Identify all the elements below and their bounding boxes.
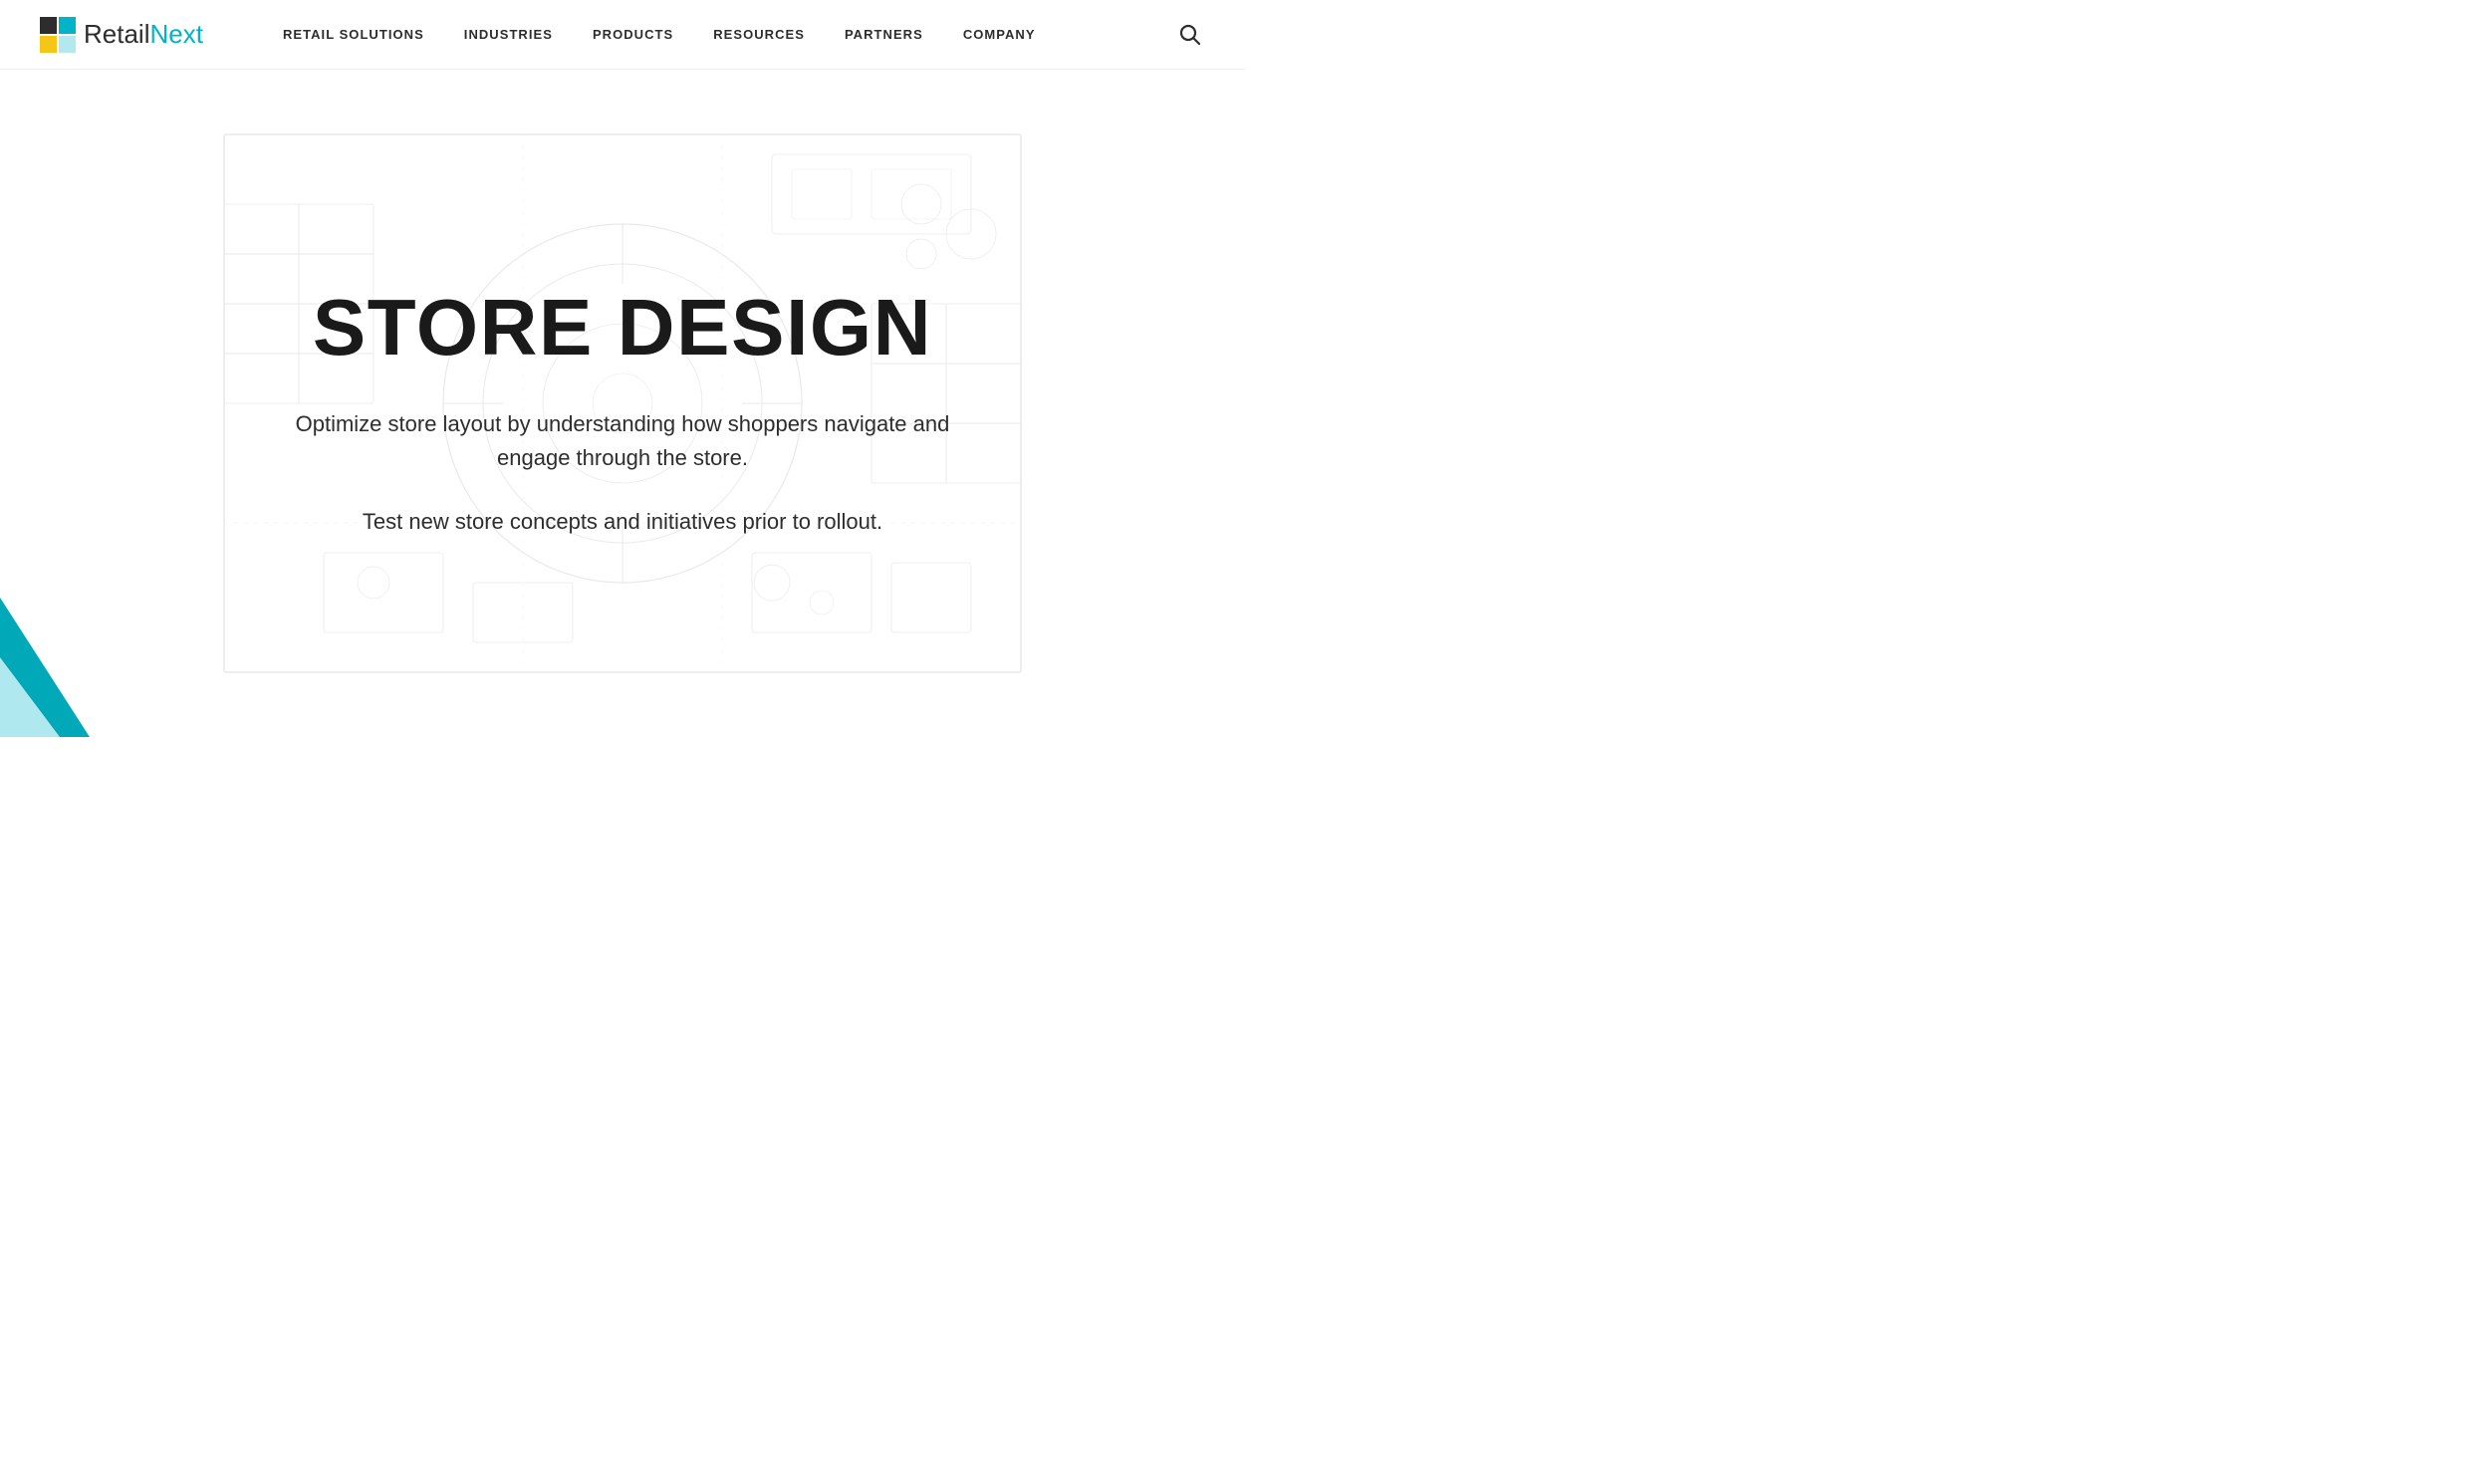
search-button[interactable]	[1175, 20, 1205, 50]
search-icon	[1179, 24, 1201, 46]
nav-item-industries[interactable]: INDUSTRIES	[444, 27, 573, 42]
logo-icon	[40, 17, 76, 53]
nav-item-company[interactable]: COMPANY	[943, 27, 1056, 42]
nav-item-products[interactable]: PRODUCTS	[573, 27, 693, 42]
logo-text: RetailNext	[84, 19, 203, 50]
logo[interactable]: RetailNext	[40, 17, 203, 53]
nav-item-partners[interactable]: PARTNERS	[825, 27, 943, 42]
hero-title: STORE DESIGN	[294, 288, 951, 368]
hero-description-2: Test new store concepts and initiatives …	[294, 505, 951, 539]
header: RetailNext RETAIL SOLUTIONSINDUSTRIESPRO…	[0, 0, 1245, 70]
hero-content: STORE DESIGN Optimize store layout by un…	[274, 228, 971, 579]
hero-description-1: Optimize store layout by understanding h…	[294, 407, 951, 475]
nav-item-retail-solutions[interactable]: RETAIL SOLUTIONS	[263, 27, 444, 42]
nav-item-resources[interactable]: RESOURCES	[693, 27, 825, 42]
hero-section: STORE DESIGN Optimize store layout by un…	[0, 70, 1245, 737]
corner-decoration	[0, 538, 120, 737]
main-nav: RETAIL SOLUTIONSINDUSTRIESPRODUCTSRESOUR…	[263, 27, 1175, 42]
